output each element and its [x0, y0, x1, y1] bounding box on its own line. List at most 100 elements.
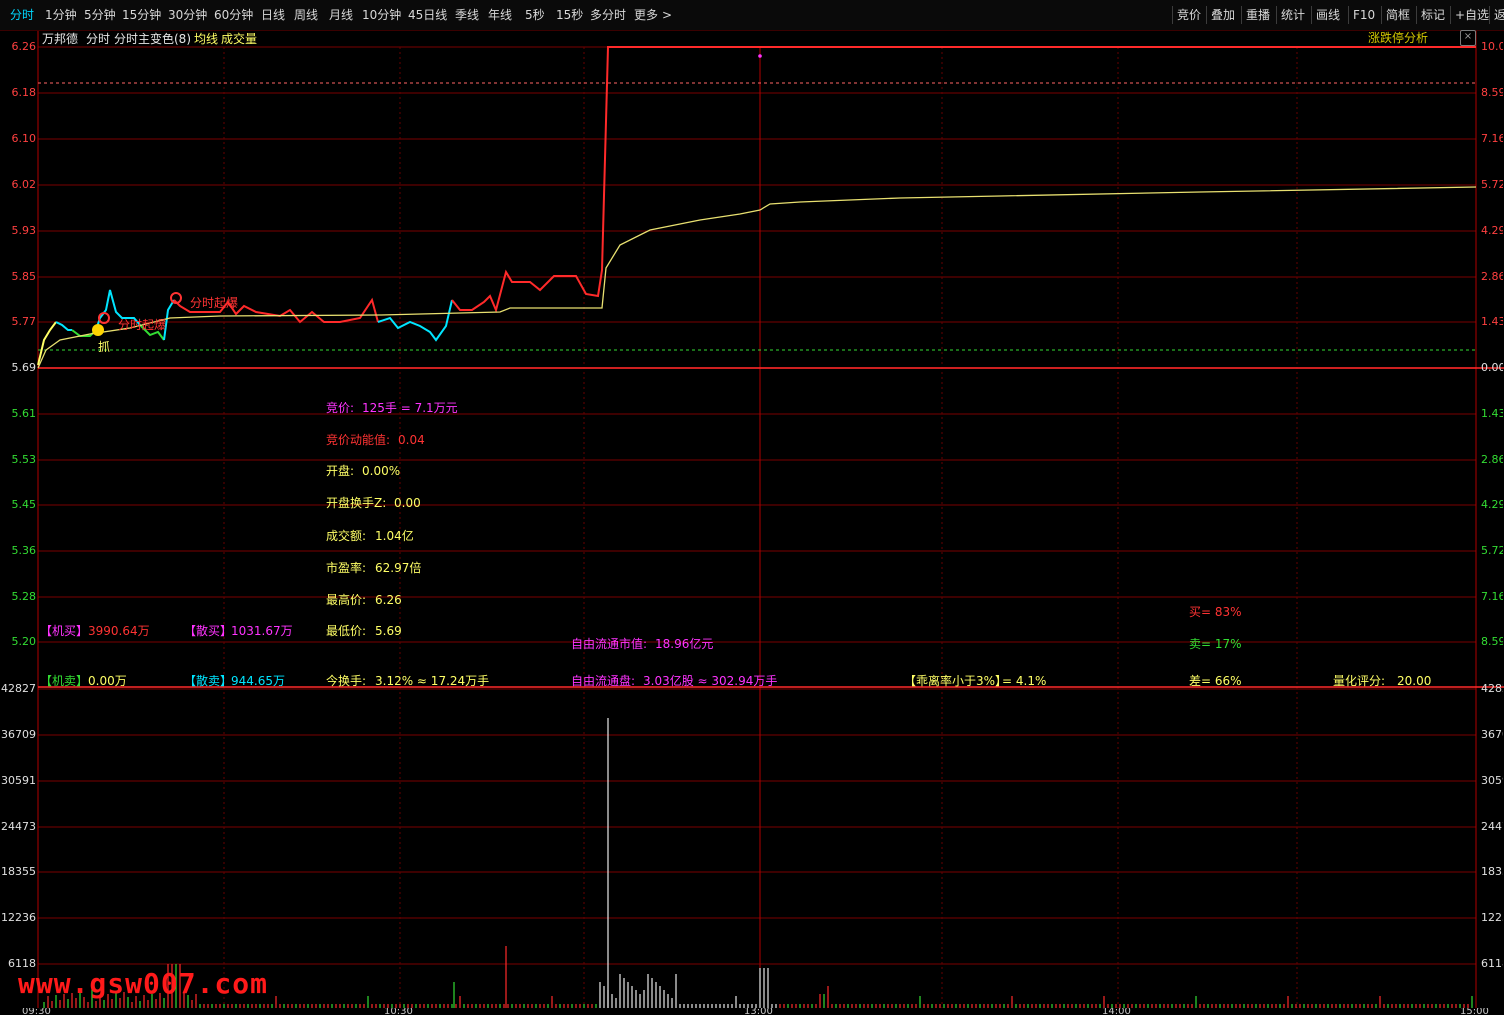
toolbar-divider	[1450, 6, 1451, 24]
period-tab-0[interactable]: 分时	[10, 0, 34, 28]
open-turnover-value: 0.00	[394, 496, 421, 510]
toolbar-button-0[interactable]: 竞价	[1177, 0, 1201, 28]
time-tick: 14:00	[1102, 1008, 1131, 1015]
period-tab-6[interactable]: 日线	[261, 0, 285, 28]
period-tab-5[interactable]: 60分钟	[214, 0, 253, 28]
toolbar-button-2[interactable]: 重播	[1246, 0, 1270, 28]
price-tick-right: 1.43	[1481, 316, 1503, 328]
volume-tick-left: 36709	[1, 728, 36, 741]
price-tick-left: 5.45	[11, 498, 37, 511]
toolbar-divider	[1241, 6, 1242, 24]
toolbar-button-6[interactable]: 简框	[1386, 0, 1410, 28]
price-tick-left: 6.10	[11, 132, 37, 145]
price-segment-1	[55, 321, 72, 331]
toolbar-button-7[interactable]: 标记	[1421, 0, 1445, 28]
avg-line-label[interactable]: 均线	[194, 32, 218, 46]
toolbar-button-1[interactable]: 叠加	[1211, 0, 1235, 28]
auction-momentum-label: 竞价动能值:	[326, 433, 391, 447]
period-tab-14[interactable]: 15秒	[556, 0, 583, 28]
price-tick-left: 5.20	[11, 635, 37, 648]
price-tick-left: 6.18	[11, 86, 37, 99]
volume-tick-right: 24473	[1481, 821, 1503, 833]
period-tab-10[interactable]: 45日线	[408, 0, 447, 28]
auction-momentum-value: 0.04	[398, 433, 425, 447]
price-tick-left: 5.69	[11, 361, 37, 374]
pe-label: 市盈率:	[326, 561, 367, 575]
period-tab-2[interactable]: 5分钟	[84, 0, 116, 28]
period-tab-16[interactable]: 更多	[634, 0, 658, 28]
toolbar-divider	[1348, 6, 1349, 24]
period-tab-3[interactable]: 15分钟	[122, 0, 161, 28]
period-tab-11[interactable]: 季线	[455, 0, 479, 28]
sell-ratio: 卖= 17%	[1189, 637, 1242, 651]
float-shares-label: 自由流通盘:	[571, 674, 636, 688]
score-value: 20.00	[1397, 674, 1432, 688]
low-label: 最低价:	[326, 624, 367, 638]
period-tab-1[interactable]: 1分钟	[45, 0, 77, 28]
time-tick: 09:30	[22, 1008, 51, 1015]
site-watermark: www.gsw007.com	[18, 967, 269, 1000]
toolbar-divider	[1311, 6, 1312, 24]
price-tick-left: 5.53	[11, 453, 37, 466]
price-tick-left: 6.02	[11, 178, 37, 191]
volume-tick-left: 18355	[1, 865, 36, 878]
open-label: 开盘:	[326, 464, 355, 478]
toolbar-button-4[interactable]: 画线	[1316, 0, 1340, 28]
inst-sell-label: 【机卖】	[40, 674, 89, 688]
indicator-label[interactable]: 分时主变色(8)	[114, 32, 191, 46]
diff-ratio: 差= 66%	[1189, 674, 1242, 688]
intraday-chart[interactable]	[0, 0, 1504, 1015]
float-cap-label: 自由流通市值:	[571, 637, 648, 651]
volume-tick-left: 42827	[1, 682, 36, 695]
amount-value: 1.04亿	[375, 529, 414, 543]
period-tab-9[interactable]: 10分钟	[362, 0, 401, 28]
price-tick-right: 10.0	[1481, 41, 1503, 53]
price-lines	[37, 46, 1477, 369]
toolbar-button-3[interactable]: 统计	[1281, 0, 1305, 28]
signal-marker-label-2: 分时起爆	[190, 296, 239, 310]
period-tab-7[interactable]: 周线	[294, 0, 318, 28]
price-tick-right: 8.59	[1481, 636, 1503, 648]
price-tick-left: 6.26	[11, 40, 37, 53]
volume-tick-right: 6118	[1481, 958, 1503, 970]
chart-grid	[37, 30, 1504, 1008]
toolbar-button-9[interactable]: 返	[1494, 0, 1504, 28]
smiley-icon	[92, 324, 104, 336]
grab-marker-label: 抓	[98, 340, 111, 354]
toolbar-divider	[1489, 6, 1490, 24]
retail-buy-label: 【散买】	[184, 624, 233, 638]
auction-label: 竞价:	[326, 401, 355, 415]
toolbar-divider	[1276, 6, 1277, 24]
inst-buy-label: 【机买】	[40, 624, 89, 638]
volume-label[interactable]: 成交量	[221, 32, 257, 46]
toolbar-divider	[1416, 6, 1417, 24]
toolbar-button-5[interactable]: F10	[1353, 0, 1375, 28]
price-tick-left: 5.93	[11, 224, 37, 237]
float-shares-value: 3.03亿股 ≈ 302.94万手	[643, 674, 778, 688]
price-tick-left: 5.85	[11, 270, 37, 283]
period-tab-13[interactable]: 5秒	[525, 0, 545, 28]
price-tick-left: 5.61	[11, 407, 37, 420]
mode-label[interactable]: 分时	[86, 32, 110, 46]
price-segment-7	[377, 299, 453, 342]
stock-name: 万邦德	[42, 32, 79, 46]
close-icon[interactable]: ×	[1460, 30, 1476, 46]
period-tab-8[interactable]: 月线	[329, 0, 353, 28]
volume-tick-left: 12236	[1, 911, 36, 924]
signal-marker-label-1: 分时起爆	[118, 318, 167, 332]
toolbar-divider	[1206, 6, 1207, 24]
price-tick-right: 4.29	[1481, 499, 1503, 511]
period-tab-12[interactable]: 年线	[488, 0, 512, 28]
more-chevron-icon[interactable]: >	[662, 0, 672, 28]
period-tab-4[interactable]: 30分钟	[168, 0, 207, 28]
price-tick-right: 4.29	[1481, 225, 1503, 237]
period-tab-15[interactable]: 多分时	[590, 0, 626, 28]
volume-tick-right: 30591	[1481, 775, 1503, 787]
buy-ratio: 买= 83%	[1189, 605, 1242, 619]
period-toolbar: 分时 1分钟 5分钟 15分钟 30分钟 60分钟 日线 周线 月线 10分钟 45日线 季线 年线 5秒…	[0, 0, 1504, 31]
limit-analysis-button[interactable]: 涨跌停分析	[1368, 30, 1428, 46]
price-tick-right: 7.16	[1481, 133, 1503, 145]
volume-tick-right: 12236	[1481, 912, 1503, 924]
toolbar-button-8[interactable]: +自选	[1455, 0, 1489, 28]
inst-buy-value: 3990.64万	[88, 624, 150, 638]
